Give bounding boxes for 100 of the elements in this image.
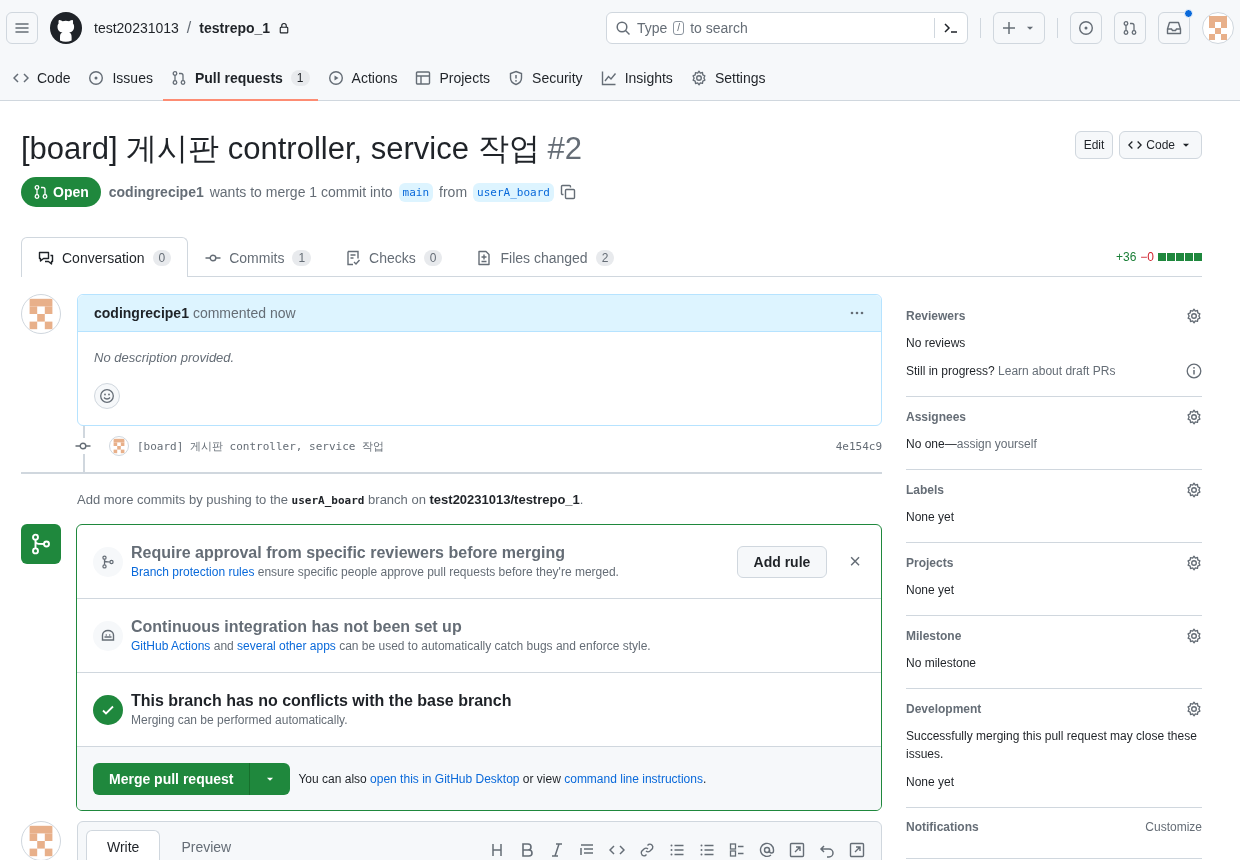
bold-icon[interactable]	[519, 842, 535, 858]
user-avatar	[1202, 12, 1234, 44]
comment-body: No description provided.	[94, 350, 236, 365]
settings-icon	[1186, 628, 1202, 644]
link[interactable]: GitHub Actions	[131, 639, 211, 653]
user-avatar	[21, 294, 61, 334]
pr-tab[interactable]: Conversation 0	[21, 237, 189, 277]
comment-time: commented now	[192, 305, 296, 321]
repo-tab[interactable]: Projects	[407, 56, 499, 101]
repo-tab[interactable]: Security	[500, 56, 591, 101]
menu-button[interactable]	[6, 12, 38, 44]
settings-button[interactable]	[1186, 409, 1202, 425]
settings-button[interactable]	[1186, 555, 1202, 571]
issues-button[interactable]	[1070, 12, 1102, 44]
section-description: Branch protection rules ensure specific people approve pull requests before they're merged.	[131, 565, 620, 579]
commit-sha[interactable]: 4e154c9	[835, 439, 882, 453]
base-branch[interactable]: main	[398, 182, 434, 202]
repo-tab[interactable]: Issues	[80, 56, 161, 101]
link[interactable]: several other apps	[237, 639, 336, 653]
info-icon[interactable]	[1186, 363, 1202, 379]
repo-link[interactable]: testrepo_1	[199, 20, 271, 36]
issue-icon	[88, 69, 105, 86]
pr-tab[interactable]: Checks 0	[328, 238, 460, 277]
pull-request-icon	[170, 69, 187, 86]
add-rule-button[interactable]: Add rule	[736, 545, 828, 578]
link[interactable]: Branch protection rules	[131, 565, 255, 579]
settings-button[interactable]	[1186, 308, 1202, 324]
menu-icon	[14, 20, 30, 36]
octocat-logo-icon[interactable]	[50, 12, 82, 44]
sidebar-heading: Milestone	[906, 629, 962, 643]
author-link[interactable]: codingrecipe1	[108, 184, 204, 200]
plus-icon	[1001, 20, 1017, 36]
quote-icon[interactable]	[579, 842, 595, 858]
reaction-button[interactable]	[94, 383, 120, 409]
terminal-icon[interactable]	[943, 20, 959, 36]
heading-icon[interactable]	[489, 842, 505, 858]
list-icon[interactable]	[699, 842, 715, 858]
breadcrumb-separator: /	[186, 19, 192, 37]
expand-icon[interactable]	[789, 842, 805, 858]
repo-tab[interactable]: Settings	[682, 56, 774, 101]
link[interactable]: assign yourself	[956, 437, 1037, 451]
search-field[interactable]: Type / to search	[606, 12, 968, 44]
section-title: Continuous integration has not been set up	[131, 618, 463, 636]
settings-button[interactable]	[1186, 482, 1202, 498]
expand-icon[interactable]	[849, 842, 865, 858]
copy-icon[interactable]	[559, 184, 576, 200]
robot-icon	[100, 627, 116, 644]
repo-tab[interactable]: Code	[5, 56, 79, 101]
settings-icon	[1186, 409, 1202, 425]
editor-tab[interactable]: Preview	[160, 830, 253, 860]
link[interactable]: Learn about draft PRs	[998, 364, 1116, 378]
sidebar-heading: Assignees	[906, 410, 967, 424]
undo-icon[interactable]	[819, 842, 835, 858]
sidebar-heading: Notifications	[906, 820, 979, 834]
lock-icon	[278, 22, 291, 34]
owner-link[interactable]: test20231013	[94, 20, 179, 36]
pr-tab[interactable]: Files changed 2	[459, 238, 632, 277]
sidebar-text: No one—assign yourself	[906, 436, 1038, 453]
sidebar-text: None yet	[906, 774, 956, 791]
search-icon	[615, 20, 631, 36]
list-icon[interactable]	[669, 842, 685, 858]
inbox-button[interactable]	[1158, 12, 1190, 44]
merge-button[interactable]: Merge pull request	[93, 763, 250, 795]
push-hint: Add more commits by pushing to the userA_board branch on test20231013/testrepo_1.	[77, 492, 585, 507]
dismiss-button[interactable]: ×	[845, 550, 865, 573]
diffstat-bar	[1158, 252, 1202, 261]
create-new-button[interactable]	[993, 12, 1045, 44]
task-list-icon[interactable]	[729, 842, 745, 858]
customize-link[interactable]: Customize	[1145, 820, 1202, 834]
settings-icon	[1186, 555, 1202, 571]
settings-icon	[1186, 482, 1202, 498]
sidebar-text: None yet	[906, 509, 956, 526]
comment-author[interactable]: codingrecipe1	[94, 305, 189, 321]
sidebar-heading: Projects	[906, 556, 954, 570]
settings-icon	[1186, 701, 1202, 717]
settings-button[interactable]	[1186, 628, 1202, 644]
repo-tab[interactable]: Actions	[319, 56, 406, 101]
settings-button[interactable]	[1186, 701, 1202, 717]
section-description: Merging can be performed automatically.	[131, 713, 349, 727]
mention-icon[interactable]	[759, 842, 775, 858]
edit-button[interactable]: Edit	[1074, 131, 1114, 159]
merge-options-button[interactable]	[249, 763, 291, 795]
pull-requests-button[interactable]	[1114, 12, 1146, 44]
italic-icon[interactable]	[549, 842, 565, 858]
editor-tab[interactable]: Write	[86, 830, 161, 860]
repo-tab[interactable]: Insights	[592, 56, 681, 101]
link[interactable]: open this in GitHub Desktop	[370, 772, 520, 786]
link-icon[interactable]	[639, 842, 655, 858]
repo-tab[interactable]: Pull requests 1	[162, 56, 318, 101]
section-description: GitHub Actions and several other apps can be used to automatically catch bugs and enforce style.	[131, 639, 652, 653]
code-button[interactable]: Code	[1119, 131, 1202, 159]
pr-title: [board] 게시판 controller, service 작업 #2	[21, 130, 584, 168]
deletions-count: −0	[1140, 249, 1154, 264]
link[interactable]: command line instructions	[564, 772, 703, 786]
merge-note: You can also open this in GitHub Desktop or view command line instructions.	[298, 772, 707, 786]
commit-message[interactable]: [board] 게시판 controller, service 작업	[137, 438, 385, 454]
pr-tab[interactable]: Commits 1	[188, 238, 329, 277]
merge-text: wants to merge 1 commit into	[209, 184, 393, 200]
code-icon	[1128, 138, 1143, 152]
head-branch[interactable]: userA_board	[473, 182, 554, 202]
